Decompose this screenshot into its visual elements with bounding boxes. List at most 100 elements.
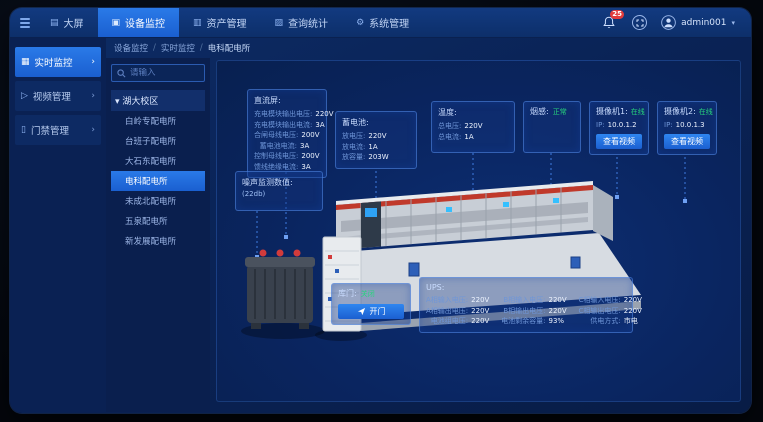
metric-value: 1A <box>464 132 484 143</box>
chevron-right-icon: › <box>91 91 95 101</box>
metric-label: 充电模块输出电流: <box>254 120 312 131</box>
metric-value: 220V <box>624 295 644 306</box>
metric-value: 220V <box>624 306 644 317</box>
sidebar-item-access-control[interactable]: ▯ 门禁管理 › <box>15 115 101 145</box>
metric-label: 总电压: <box>438 121 461 132</box>
ip-value: 10.0.1.2 <box>608 120 637 131</box>
gear-icon: ⚙ <box>356 18 364 28</box>
breadcrumb-item[interactable]: 设备监控 <box>114 42 148 54</box>
notification-bell-button[interactable]: 25 <box>602 15 618 31</box>
remote-open-icon <box>357 307 366 316</box>
open-door-button[interactable]: 开门 <box>338 304 404 319</box>
sidebar-item-realtime-monitor[interactable]: ▦ 实时监控 › <box>15 47 101 77</box>
ups-phase-a-column: A相输入电压:220V A相输出电压:220V 电池组电压:220V <box>426 295 491 327</box>
ip-label: IP: <box>664 120 673 131</box>
nav-item-label: 大屏 <box>64 15 84 30</box>
panel-title: 噪声监测数值: <box>242 177 316 188</box>
metric-value: 220V <box>549 306 569 317</box>
door-icon: ▯ <box>21 125 26 135</box>
tree-item-substation[interactable]: 五泉配电所 <box>111 211 205 231</box>
statistics-icon: ▨ <box>275 18 284 28</box>
nav-item-label: 系统管理 <box>369 15 409 30</box>
user-menu[interactable]: admin001 ▾ <box>661 15 735 30</box>
metric-value: 203W <box>368 152 388 163</box>
tree-item-substation[interactable]: 新发展配电所 <box>111 231 205 251</box>
chevron-down-icon: ▾ <box>731 19 735 27</box>
scene-3d-view: 直流屏: 充电模块输出电压:220V 充电模块输出电流:3A 合闸母线电压:20… <box>216 60 741 402</box>
metric-label: 放电压: <box>342 131 365 142</box>
tree-item-substation[interactable]: 白岭专配电所 <box>111 111 205 131</box>
metric-label: 总电流: <box>438 132 461 143</box>
tree-item-substation[interactable]: 未成北配电所 <box>111 191 205 211</box>
metric-label: 蓄电池电流: <box>254 141 297 152</box>
fullscreen-button[interactable] <box>632 15 647 30</box>
breadcrumb: 设备监控 / 实时监控 / 电科配电所 <box>106 38 751 58</box>
nav-item-asset-management[interactable]: ▥ 资产管理 <box>179 8 261 37</box>
tree-item-substation[interactable]: 台班子配电所 <box>111 131 205 151</box>
metric-value: 220V <box>471 306 491 317</box>
sidebar-item-label: 视频管理 <box>33 89 86 103</box>
metric-label: 放电流: <box>342 142 365 153</box>
video-play-icon: ▷ <box>21 91 28 101</box>
smoke-sensor-panel: 烟感: 正常 <box>523 101 581 153</box>
ups-panel: UPS: A相输入电压:220V A相输出电压:220V 电池组电压:220V … <box>419 277 633 333</box>
nav-item-device-monitor[interactable]: ▣ 设备监控 <box>98 8 180 37</box>
metric-value: 220V <box>368 131 388 142</box>
sidebar-item-video-management[interactable]: ▷ 视频管理 › <box>15 81 101 111</box>
panel-title: UPS: <box>426 283 626 292</box>
noise-monitor-panel: 噪声监测数值: (22db) <box>235 171 323 211</box>
nav-item-label: 查询统计 <box>288 15 328 30</box>
tree-item-substation[interactable]: 大石东配电所 <box>111 151 205 171</box>
app-logo-icon <box>10 8 36 37</box>
nav-item-query-statistics[interactable]: ▨ 查询统计 <box>261 8 343 37</box>
device-monitor-icon: ▣ <box>112 18 121 28</box>
metric-label: 充电模块输出电压: <box>254 109 312 120</box>
smoke-status: 正常 <box>553 107 567 118</box>
desktop-background: ▤ 大屏 ▣ 设备监控 ▥ 资产管理 ▨ 查询统计 ⚙ 系统管理 25 <box>0 0 763 422</box>
metric-label: C相输出电压: <box>579 306 621 317</box>
metric-value: 220V <box>315 109 335 120</box>
metric-label: C相输入电压: <box>579 295 621 306</box>
metric-label: 控制母线电压: <box>254 151 298 162</box>
metric-label: 供电方式: <box>579 316 621 327</box>
nav-item-system-management[interactable]: ⚙ 系统管理 <box>342 8 423 37</box>
notification-count-badge: 25 <box>610 10 624 19</box>
metric-label: B相输出电压: <box>501 306 545 317</box>
tree-item-substation-selected[interactable]: 电科配电所 <box>111 171 205 191</box>
metric-label: B相输入电压: <box>501 295 545 306</box>
panel-title: 库门: <box>338 289 357 300</box>
door-control-panel: 库门: 关闭 开门 <box>331 283 411 325</box>
metric-label: A相输入电压: <box>426 295 468 306</box>
header-actions: 25 admin001 ▾ <box>602 8 751 37</box>
metric-label: 电池组电压: <box>426 316 468 327</box>
dc-screen-panel: 直流屏: 充电模块输出电压:220V 充电模块输出电流:3A 合闸母线电压:20… <box>247 89 327 178</box>
avatar <box>661 15 676 30</box>
chevron-right-icon: › <box>91 125 95 135</box>
temperature-panel: 温度: 总电压:220V 总电流:1A <box>431 101 515 153</box>
nav-item-dashboard[interactable]: ▤ 大屏 <box>36 8 98 37</box>
metric-value: 220V <box>471 295 491 306</box>
search-input[interactable] <box>130 68 199 78</box>
ups-phase-b-column: B相输入电压:220V B相输出电压:220V 电池剩余容量:93% <box>501 295 568 327</box>
metric-label: 放容量: <box>342 152 365 163</box>
metric-value: 220V <box>549 295 569 306</box>
metric-value: 3A <box>300 141 320 152</box>
camera-status: 在线 <box>631 107 645 118</box>
view-video-button[interactable]: 查看视频 <box>664 134 710 149</box>
metric-value: 220V <box>464 121 484 132</box>
ip-label: IP: <box>596 120 605 131</box>
panel-title: 蓄电池: <box>342 117 410 128</box>
panel-title: 摄像机1: <box>596 107 628 118</box>
sidebar-item-label: 门禁管理 <box>31 123 86 137</box>
breadcrumb-item[interactable]: 实时监控 <box>161 42 195 54</box>
search-icon <box>117 69 126 78</box>
tree-group-campus[interactable]: ▾ 湖大校区 <box>111 90 205 111</box>
panel-title: 直流屏: <box>254 95 320 106</box>
panel-title: 温度: <box>438 107 508 118</box>
noise-value: (22db) <box>242 190 316 198</box>
open-door-label: 开门 <box>370 306 386 317</box>
user-name: admin001 <box>681 18 726 28</box>
panel-title: 摄像机2: <box>664 107 696 118</box>
view-video-button[interactable]: 查看视频 <box>596 134 642 149</box>
breadcrumb-separator: / <box>200 43 203 53</box>
